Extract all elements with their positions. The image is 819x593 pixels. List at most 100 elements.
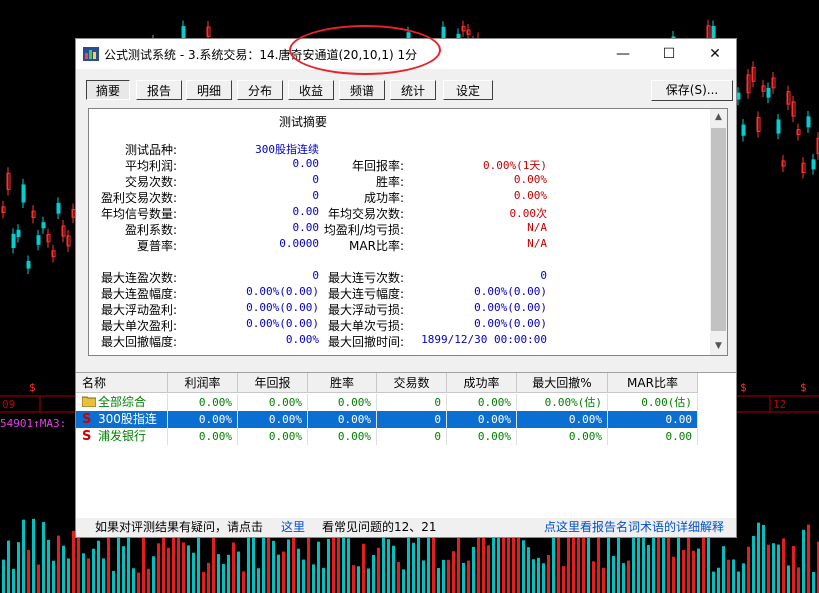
- summary-label: 成功率:: [363, 191, 404, 205]
- column-header[interactable]: 年回报: [238, 373, 308, 393]
- summary-value: 0.00: [292, 221, 320, 234]
- volume-bar: [332, 536, 335, 593]
- candle-body: [736, 92, 741, 100]
- time-axis-label-left: 09: [2, 398, 16, 411]
- summary-value: 0: [312, 173, 319, 186]
- tab-spectrum[interactable]: 频谱: [339, 80, 385, 100]
- volume-bar: [452, 551, 455, 593]
- tab-returns[interactable]: 收益: [288, 80, 334, 100]
- volume-bar: [797, 567, 800, 593]
- volume-bar: [512, 534, 515, 593]
- volume-bar: [772, 543, 775, 593]
- signal-marker: $: [800, 381, 807, 394]
- glossary-link[interactable]: 点这里看报告名词术语的详细解释: [544, 518, 724, 537]
- column-header[interactable]: 交易数: [377, 373, 447, 393]
- summary-label: 年均信号数量:: [100, 207, 177, 221]
- volume-bar: [232, 542, 235, 593]
- volume-bar: [22, 519, 25, 593]
- save-button[interactable]: 保存(S)...: [651, 80, 733, 101]
- summary-label: 盈利交易次数:: [100, 191, 177, 205]
- volume-bar: [182, 542, 185, 593]
- row-value: 0.00%: [517, 411, 608, 428]
- volume-bar: [397, 561, 400, 593]
- tab-report[interactable]: 报告: [136, 80, 182, 100]
- volume-bar: [692, 550, 695, 593]
- volume-bar: [777, 544, 780, 593]
- volume-bar: [657, 537, 660, 593]
- row-value: 0.00: [608, 428, 698, 445]
- row-value: 0.00%: [308, 428, 377, 445]
- volume-bar: [167, 547, 170, 593]
- table-row[interactable]: 浦发银行 0.00% 0.00% 0.00% 0 0.00% 0.00% 0.00 S: [76, 428, 698, 445]
- formula-test-window: 公式测试系统 - 3.系统交易：14.唐奇安通道(20,10,1) 1分 — ☐…: [75, 25, 738, 538]
- column-header[interactable]: 最大回撤%: [517, 373, 608, 393]
- max-stat-label: 最大单次盈利:: [100, 319, 177, 333]
- tab-statistics[interactable]: 统计: [390, 80, 436, 100]
- column-header[interactable]: 名称: [76, 373, 168, 393]
- volume-bar: [32, 518, 35, 593]
- candle-body: [806, 116, 811, 128]
- volume-bar: [587, 529, 590, 593]
- volume-bar: [97, 540, 100, 593]
- volume-bar: [227, 554, 230, 593]
- table-row[interactable]: 全部综合 0.00% 0.00% 0.00% 0 0.00% 0.00%(估) 0.00(估): [76, 394, 698, 411]
- scroll-down-arrow-icon[interactable]: ▼: [710, 338, 727, 355]
- tab-details[interactable]: 明细: [186, 80, 232, 100]
- summary-label: 年均交易次数:: [327, 207, 404, 221]
- volume-bar: [122, 546, 125, 593]
- volume-bar: [787, 565, 790, 593]
- table-row[interactable]: 300股指连续 0.00% 0.00% 0.00% 0 0.00% 0.00% 0.00 S: [76, 411, 698, 443]
- row-value: 0.00%: [168, 394, 238, 411]
- volume-bar: [672, 556, 675, 593]
- footer-bar: 如果对评测结果有疑问，请点击 这里 看常见问题的12、21 点这里看报告名词术语…: [76, 518, 736, 537]
- max-stat-label: 最大回撤时间:: [327, 335, 404, 349]
- volume-bar: [277, 554, 280, 593]
- summary-label: 年回报率:: [351, 159, 404, 173]
- volume-bar: [57, 535, 60, 593]
- tab-summary[interactable]: 摘要: [86, 80, 130, 100]
- faq-link[interactable]: 这里: [281, 518, 305, 537]
- summary-value: 0.00%: [513, 189, 547, 202]
- volume-bar: [517, 528, 520, 593]
- row-value: 0.00%: [308, 411, 377, 428]
- title-bar[interactable]: 公式测试系统 - 3.系统交易：14.唐奇安通道(20,10,1) 1分 — ☐…: [76, 25, 738, 75]
- volume-bar: [647, 544, 650, 593]
- summary-scrollbar[interactable]: ▲ ▼: [710, 109, 727, 355]
- volume-bar: [532, 559, 535, 593]
- volume-bar: [67, 558, 70, 593]
- tab-settings[interactable]: 设定: [443, 80, 493, 100]
- maximize-button[interactable]: ☐: [646, 39, 692, 69]
- volume-bar: [272, 540, 275, 593]
- max-stat-value: 0.00%: [285, 333, 319, 346]
- volume-bar: [47, 539, 50, 593]
- column-header[interactable]: 成功率: [447, 373, 517, 393]
- row-value: 0.00%: [168, 428, 238, 445]
- volume-bar: [302, 559, 305, 593]
- summary-label: 胜率:: [375, 175, 404, 189]
- max-stat-value: 0.00%(0.00): [474, 317, 547, 330]
- volume-bar: [792, 545, 795, 593]
- volume-bar: [527, 547, 530, 593]
- column-header[interactable]: 利润率: [168, 373, 238, 393]
- volume-bar: [132, 568, 135, 593]
- volume-bar: [652, 534, 655, 593]
- max-stat-value: 0.00%(0.00): [246, 285, 319, 298]
- max-stat-label: 最大回撤幅度:: [100, 335, 177, 349]
- volume-bar: [247, 532, 250, 593]
- column-header[interactable]: 胜率: [308, 373, 377, 393]
- volume-bar: [472, 546, 475, 593]
- max-stat-value: 0.00%(0.00): [474, 301, 547, 314]
- tab-distribution[interactable]: 分布: [237, 80, 283, 100]
- close-button[interactable]: ✕: [692, 39, 738, 69]
- max-stat-value: 0.00%(0.00): [246, 301, 319, 314]
- volume-bar: [662, 531, 665, 593]
- volume-bar: [12, 568, 15, 593]
- volume-bar: [767, 544, 770, 593]
- scroll-thumb[interactable]: [711, 128, 726, 331]
- volume-bar: [537, 557, 540, 593]
- scroll-up-arrow-icon[interactable]: ▲: [710, 109, 727, 126]
- column-header[interactable]: MAR比率: [608, 373, 698, 393]
- minimize-button[interactable]: —: [600, 39, 646, 69]
- volume-bar: [347, 538, 350, 593]
- volume-bar: [642, 537, 645, 593]
